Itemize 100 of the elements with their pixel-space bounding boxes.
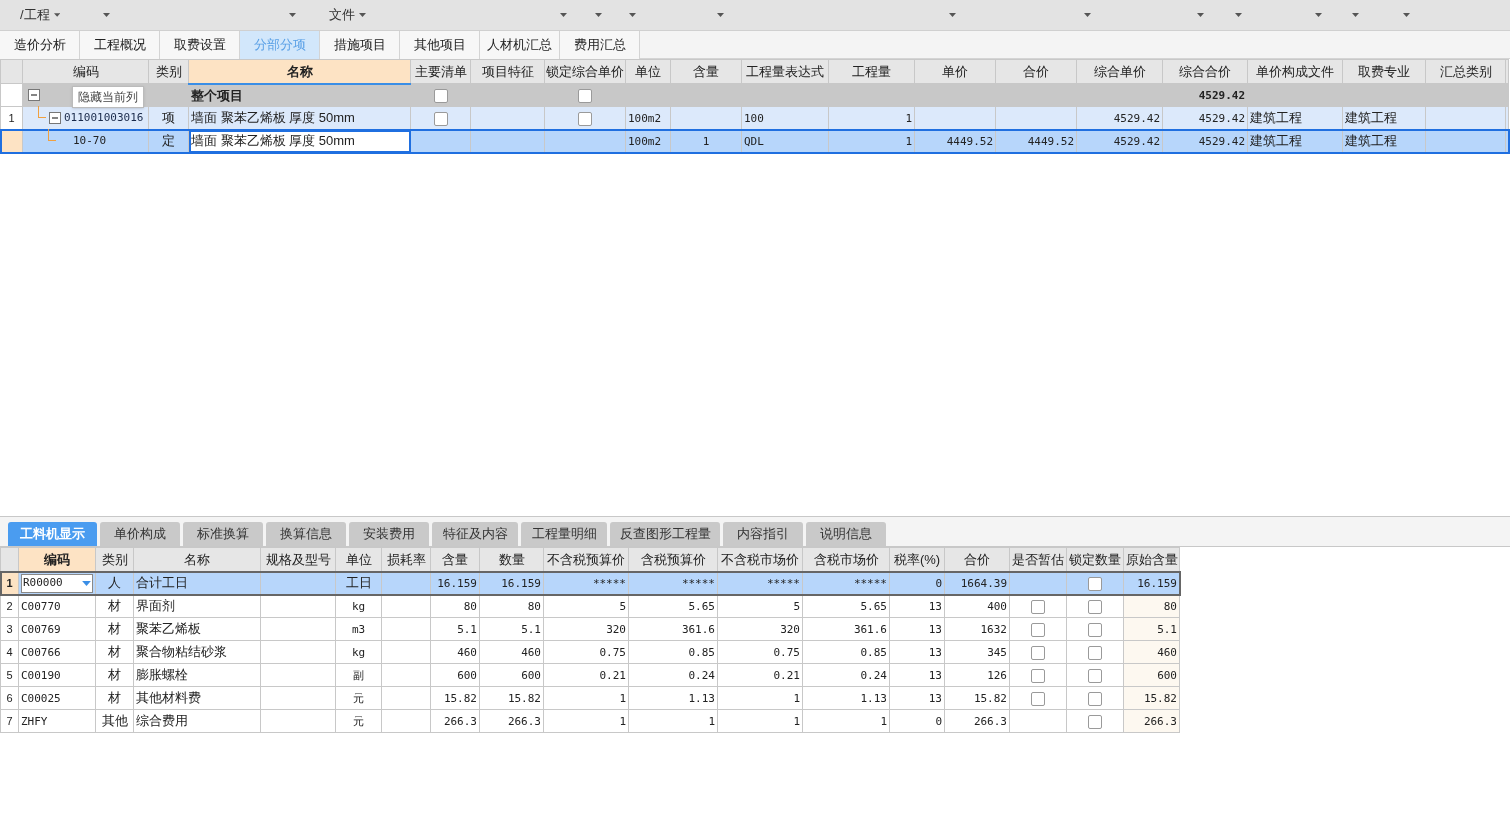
- checkbox[interactable]: [1031, 645, 1045, 660]
- table-cell: 工日: [345, 575, 372, 591]
- column-header[interactable]: 规格及型号: [260, 547, 336, 572]
- checkbox[interactable]: [1088, 599, 1102, 614]
- tab[interactable]: 说明信息: [806, 522, 886, 546]
- column-header[interactable]: 单位: [335, 547, 382, 572]
- checkbox[interactable]: [1088, 576, 1102, 591]
- tab[interactable]: 工程概况: [80, 31, 160, 59]
- checkbox[interactable]: [1088, 714, 1102, 729]
- tab[interactable]: 单价构成: [100, 522, 180, 546]
- checkbox[interactable]: [1031, 668, 1045, 683]
- dropdown-field[interactable]: R00000: [21, 573, 93, 593]
- column-header[interactable]: 税率(%): [889, 547, 945, 572]
- column-header[interactable]: 编码: [22, 59, 149, 84]
- tab[interactable]: 人材机汇总: [480, 31, 560, 59]
- column-header[interactable]: 名称: [188, 59, 411, 84]
- checkbox[interactable]: [1031, 691, 1045, 706]
- checkbox[interactable]: [1088, 668, 1102, 683]
- checkbox[interactable]: [1031, 622, 1045, 637]
- column-header[interactable]: 不含税市场价: [717, 547, 803, 572]
- checkbox[interactable]: [1088, 645, 1102, 660]
- column-header[interactable]: 综合单价: [1076, 59, 1163, 84]
- table-cell: 1: [619, 714, 626, 728]
- column-header[interactable]: 合价: [944, 547, 1010, 572]
- table-cell: 13: [928, 668, 942, 682]
- toolbar-button[interactable]: 文件: [325, 0, 369, 26]
- table-cell: 项: [162, 110, 175, 126]
- table-cell: 0.24: [688, 668, 715, 682]
- tab[interactable]: 反查图形工程量: [610, 522, 720, 546]
- collapse-icon[interactable]: [49, 112, 61, 124]
- table-cell: 材: [108, 690, 121, 706]
- tab[interactable]: 措施项目: [320, 31, 400, 59]
- column-header[interactable]: 项目特征: [470, 59, 545, 84]
- column-header[interactable]: 是否暂估: [1009, 547, 1067, 572]
- column-header[interactable]: 锁定综合单价: [544, 59, 626, 84]
- table-cell: 0: [935, 714, 942, 728]
- table-cell: 材: [108, 598, 121, 614]
- column-header[interactable]: 类别: [148, 59, 189, 84]
- caret-icon: [82, 580, 91, 586]
- column-header[interactable]: 原始含量: [1123, 547, 1180, 572]
- column-header[interactable]: 编码: [18, 547, 96, 572]
- tab[interactable]: 取费设置: [160, 31, 240, 59]
- table-cell: C00190: [21, 668, 61, 682]
- column-header[interactable]: 含量: [670, 59, 742, 84]
- table-cell: 其他材料费: [136, 690, 201, 706]
- table-cell: C00769: [21, 622, 61, 636]
- column-header[interactable]: 含量: [430, 547, 480, 572]
- checkbox[interactable]: [1088, 691, 1102, 706]
- tab[interactable]: 造价分析: [0, 31, 80, 59]
- table-cell: 15.82: [973, 691, 1007, 705]
- column-header[interactable]: 锁定数量: [1066, 547, 1124, 572]
- table-cell: 聚合物粘结砂浆: [136, 644, 227, 660]
- column-header[interactable]: 合价: [995, 59, 1077, 84]
- column-header[interactable]: 单位: [625, 59, 671, 84]
- checkbox[interactable]: [1031, 599, 1045, 614]
- checkbox[interactable]: [1088, 622, 1102, 637]
- column-header[interactable]: 名称: [133, 547, 261, 572]
- table-cell: 综合费用: [136, 713, 188, 729]
- column-header[interactable]: 类别: [95, 547, 134, 572]
- tab[interactable]: 标准换算: [183, 522, 263, 546]
- column-header[interactable]: 单价: [914, 59, 996, 84]
- column-header[interactable]: 数量: [479, 547, 544, 572]
- column-header[interactable]: 汇总类别: [1425, 59, 1506, 84]
- tab[interactable]: 费用汇总: [560, 31, 640, 59]
- row-number: 1: [8, 111, 15, 124]
- column-header[interactable]: 不含税预算价: [543, 547, 629, 572]
- row-number: 3: [6, 622, 13, 635]
- tab[interactable]: 内容指引: [723, 522, 803, 546]
- tab[interactable]: 其他项目: [400, 31, 480, 59]
- column-header[interactable]: 工程量: [828, 59, 915, 84]
- column-header[interactable]: 工程量表达式: [741, 59, 829, 84]
- checkbox[interactable]: [433, 88, 448, 103]
- name-cell: 墙面 聚苯乙烯板 厚度 50mm: [191, 110, 355, 126]
- checkbox[interactable]: [578, 88, 592, 103]
- table-cell: 4449.52: [946, 134, 993, 148]
- checkbox[interactable]: [433, 111, 448, 126]
- table-cell: 16.159: [1137, 576, 1177, 590]
- tab[interactable]: 工程量明细: [521, 522, 607, 546]
- table-cell: 1: [708, 714, 715, 728]
- tab[interactable]: 换算信息: [266, 522, 346, 546]
- column-header[interactable]: 含税市场价: [802, 547, 890, 572]
- collapse-icon[interactable]: [28, 89, 40, 101]
- table-cell: 16.159: [501, 576, 541, 590]
- tab[interactable]: 特征及内容: [432, 522, 518, 546]
- column-header[interactable]: 主要清单: [410, 59, 471, 84]
- table-cell: 0.75: [599, 645, 626, 659]
- tab[interactable]: 安装费用: [349, 522, 429, 546]
- checkbox[interactable]: [578, 111, 592, 126]
- table-cell: 材: [108, 621, 121, 637]
- table-cell: 15.82: [1143, 691, 1177, 705]
- column-header[interactable]: 损耗率: [381, 547, 431, 572]
- toolbar-button[interactable]: /工程: [18, 0, 62, 26]
- column-header[interactable]: 取费专业: [1342, 59, 1426, 84]
- column-header[interactable]: 单价构成文件: [1247, 59, 1343, 84]
- table-cell: C00770: [21, 599, 61, 613]
- column-header[interactable]: 综合合价: [1162, 59, 1248, 84]
- table-cell: 0.85: [860, 645, 887, 659]
- column-header[interactable]: 含税预算价: [628, 547, 718, 572]
- table-cell: 80: [1163, 599, 1177, 613]
- table-cell: *****: [592, 576, 626, 590]
